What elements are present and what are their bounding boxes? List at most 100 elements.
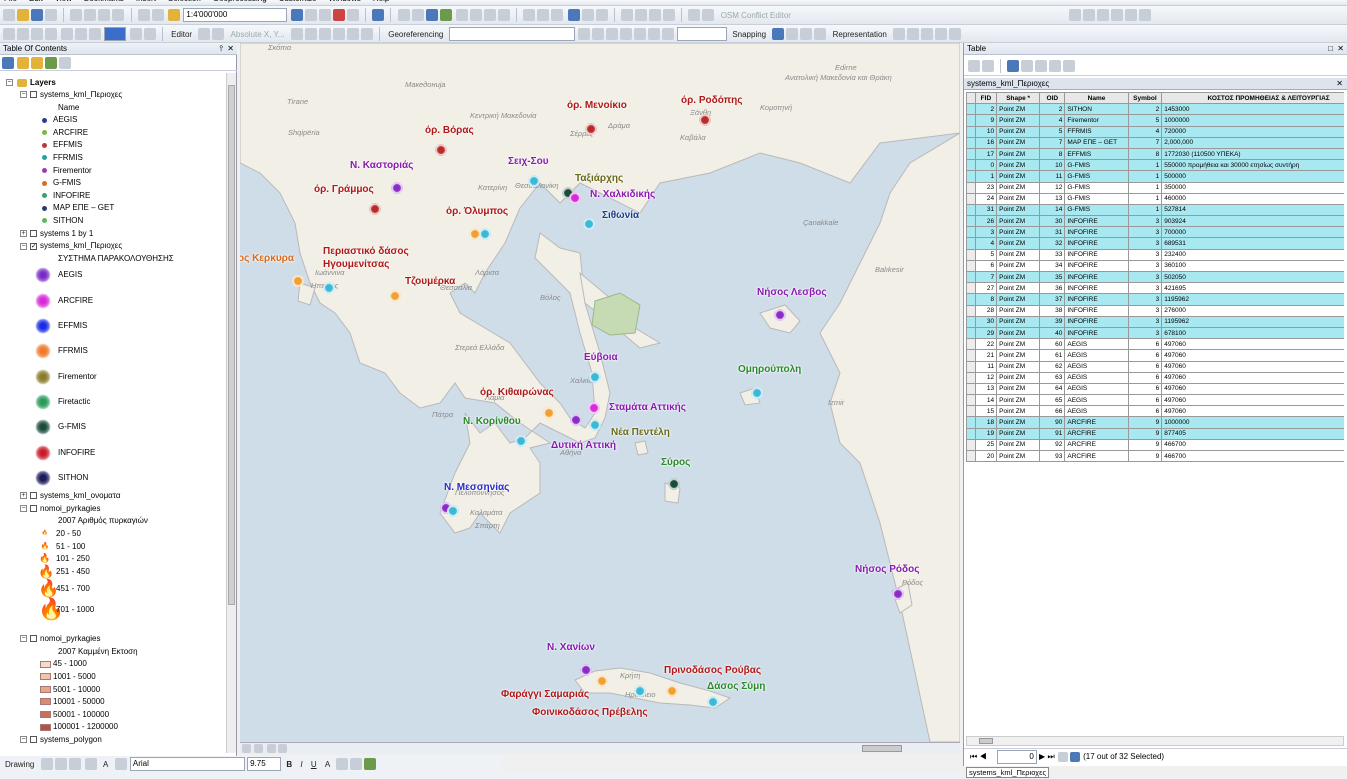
- georef-value-combo[interactable]: [677, 27, 728, 41]
- row-selector[interactable]: [966, 259, 976, 273]
- table-row[interactable]: 6 Point ZM 34 INFOFIRE 3 360100: [966, 259, 1344, 273]
- map-point[interactable]: [589, 419, 601, 431]
- save-icon[interactable]: [31, 9, 43, 21]
- edit-pointer-icon[interactable]: [198, 28, 211, 40]
- table-row[interactable]: 12 Point ZM 63 AEGIS 6 497060: [966, 371, 1344, 384]
- menu-item-edit[interactable]: Edit: [29, 0, 43, 3]
- copy-icon[interactable]: [84, 9, 97, 21]
- rotate-tool-icon[interactable]: [346, 28, 359, 40]
- table-options-icon[interactable]: [968, 60, 980, 72]
- row-selector[interactable]: [966, 203, 976, 217]
- paste-icon[interactable]: [98, 9, 111, 21]
- table-row[interactable]: 19 Point ZM 91 ARCFIRE 9 877405: [966, 427, 1344, 440]
- layout-zoom-icon[interactable]: [61, 28, 74, 40]
- zoom-out-icon[interactable]: [411, 9, 424, 21]
- goto-xy-icon[interactable]: [662, 9, 675, 21]
- toc-label-layer[interactable]: nomoi_pyrkagies: [40, 504, 100, 513]
- route-icon[interactable]: [648, 9, 661, 21]
- column-header[interactable]: Name: [1064, 92, 1129, 105]
- toggle-draft-icon[interactable]: [75, 28, 88, 40]
- table-row[interactable]: 3 Point ZM 31 INFOFIRE 3 700000: [966, 226, 1344, 239]
- layer-visibility-checkbox[interactable]: [30, 91, 37, 99]
- refresh-icon[interactable]: [267, 744, 277, 753]
- map-point[interactable]: [389, 290, 401, 302]
- prev-record-icon[interactable]: ◀: [979, 752, 986, 761]
- rep-rotate-icon[interactable]: [949, 28, 962, 40]
- sketch-icon[interactable]: [1083, 9, 1096, 21]
- data-driven-pages-icon[interactable]: [143, 28, 156, 40]
- row-selector[interactable]: [966, 248, 976, 261]
- table-row[interactable]: 2 Point ZM 2 SITHON 2 1453000: [966, 103, 1344, 116]
- scale-icon[interactable]: [619, 28, 632, 40]
- edit-vertices-draw-icon[interactable]: [114, 758, 127, 770]
- text-tool-icon[interactable]: A: [103, 760, 108, 769]
- row-selector[interactable]: [966, 304, 976, 317]
- table-row[interactable]: 10 Point ZM 5 FFRMIS 4 720000: [966, 125, 1344, 138]
- toc-label-layer[interactable]: systems_kml_Περιοχες: [40, 90, 122, 99]
- layers-root[interactable]: Layers: [30, 78, 56, 87]
- menu-item-view[interactable]: View: [55, 0, 72, 3]
- viewer-icon[interactable]: [702, 9, 715, 21]
- map-point[interactable]: [369, 203, 381, 215]
- font-combo[interactable]: Arial: [129, 757, 245, 771]
- pan-icon[interactable]: [425, 9, 438, 21]
- map-point[interactable]: [569, 192, 581, 204]
- viewer-georef-icon[interactable]: [633, 28, 646, 40]
- table-row[interactable]: 14 Point ZM 65 AEGIS 6 497060: [966, 394, 1344, 407]
- show-selected-records-icon[interactable]: [1069, 751, 1080, 762]
- python-icon[interactable]: [372, 9, 385, 21]
- list-by-source-icon[interactable]: [17, 57, 29, 69]
- table-row[interactable]: 15 Point ZM 66 AEGIS 6 497060: [966, 405, 1344, 418]
- layer-tab-close-icon[interactable]: ✕: [1336, 78, 1343, 90]
- layer-visibility-checkbox[interactable]: [30, 505, 37, 513]
- show-all-records-icon[interactable]: [1057, 751, 1068, 762]
- pause-icon[interactable]: [278, 744, 288, 753]
- map-point[interactable]: [391, 182, 403, 194]
- row-selector[interactable]: [966, 282, 976, 295]
- next-record-icon[interactable]: ▶: [1039, 752, 1045, 761]
- end-snap-icon[interactable]: [786, 28, 799, 40]
- rectangle-icon[interactable]: [84, 758, 97, 770]
- map-point[interactable]: [447, 505, 459, 517]
- layer-visibility-checkbox[interactable]: [30, 492, 37, 500]
- new-icon[interactable]: [3, 9, 15, 21]
- delete-selected-icon[interactable]: [1063, 60, 1076, 72]
- georeferencing-menu[interactable]: Georeferencing: [388, 30, 443, 39]
- toc-label-layer[interactable]: nomoi_pyrkagies: [40, 634, 100, 643]
- georef-layer-combo[interactable]: [448, 27, 575, 41]
- table-row[interactable]: 25 Point ZM 92 ARCFIRE 9 466700: [966, 438, 1344, 452]
- data-view-icon[interactable]: [254, 744, 263, 753]
- layer-visibility-checkbox[interactable]: [30, 736, 37, 744]
- map-point[interactable]: [515, 435, 527, 447]
- record-number-field[interactable]: 0: [996, 749, 1037, 764]
- column-header[interactable]: FID: [974, 92, 998, 105]
- map-point[interactable]: [589, 371, 601, 383]
- select-elements-draw-icon[interactable]: [40, 758, 53, 770]
- layout-icon[interactable]: [3, 28, 15, 40]
- undo-icon[interactable]: [137, 9, 150, 21]
- row-selector[interactable]: [966, 394, 976, 407]
- row-selector[interactable]: [966, 159, 976, 172]
- toc-label-layer[interactable]: systems_polygon: [40, 735, 102, 744]
- table-row[interactable]: 11 Point ZM 62 AEGIS 6 497060: [966, 360, 1344, 373]
- row-selector[interactable]: [966, 270, 976, 284]
- row-selector[interactable]: [966, 449, 976, 463]
- table-row[interactable]: 21 Point ZM 61 AEGIS 6 497060: [966, 349, 1344, 362]
- toc-scrollbar[interactable]: [226, 73, 236, 753]
- row-selector[interactable]: [966, 114, 976, 127]
- full-extent-icon[interactable]: [439, 9, 452, 21]
- link-table-icon[interactable]: [647, 28, 660, 40]
- map-view[interactable]: Σκόπια Shqipëria Македонија Tirane Κεντρική …: [240, 43, 960, 742]
- menu-item-help[interactable]: Help: [373, 0, 389, 3]
- row-selector[interactable]: [966, 181, 976, 194]
- map-point[interactable]: [666, 685, 678, 697]
- table-row[interactable]: 27 Point ZM 36 INFOFIRE 3 421695: [966, 282, 1344, 295]
- map-point[interactable]: [751, 387, 763, 399]
- layout-zoom-combo[interactable]: [104, 27, 127, 41]
- row-selector[interactable]: [966, 326, 976, 340]
- select-features-icon[interactable]: [523, 9, 536, 21]
- table-row[interactable]: 13 Point ZM 64 AEGIS 6 497060: [966, 382, 1344, 396]
- open-icon[interactable]: [17, 9, 29, 21]
- row-selector[interactable]: [966, 237, 976, 250]
- shift-icon[interactable]: [605, 28, 618, 40]
